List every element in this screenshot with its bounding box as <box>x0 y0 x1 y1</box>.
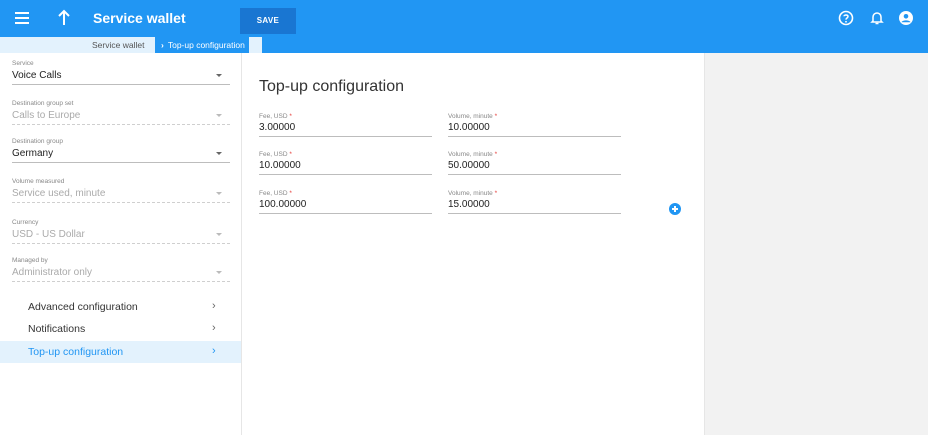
managed-by-select: Managed by Administrator only <box>12 257 230 287</box>
help-icon[interactable] <box>838 10 854 26</box>
field-label: Fee, USD * <box>259 190 292 197</box>
field-label: Destination group set <box>12 100 74 107</box>
field-label: Volume, minute * <box>448 151 498 158</box>
volume-value: 50.00000 <box>448 160 490 171</box>
field-label: Volume, minute * <box>448 113 498 120</box>
chevron-right-icon: › <box>212 322 216 334</box>
volume-value: 15.00000 <box>448 199 490 210</box>
sidebar-item-top-up-configuration[interactable]: Top-up configuration › <box>0 341 241 363</box>
volume-field[interactable]: Volume, minute * 50.00000 <box>448 151 621 181</box>
destination-group-set-select: Destination group set Calls to Europe <box>12 100 230 130</box>
field-label: Fee, USD * <box>259 113 292 120</box>
fee-value: 3.00000 <box>259 122 296 133</box>
arrow-up-icon[interactable] <box>56 9 72 27</box>
section-title: Top-up configuration <box>259 78 404 95</box>
service-select[interactable]: Service Voice Calls <box>12 60 230 90</box>
dropdown-caret-icon <box>216 74 222 77</box>
field-value: Service used, minute <box>12 188 106 199</box>
dropdown-caret-icon <box>216 152 222 155</box>
add-row-plus-icon[interactable] <box>669 203 681 215</box>
sidebar: Service Voice Calls Destination group se… <box>0 53 242 435</box>
top-app-bar: Service wallet SAVE <box>0 0 928 37</box>
empty-side-panel <box>705 53 928 435</box>
field-value: USD - US Dollar <box>12 229 85 240</box>
breadcrumb-current-label: Top-up configuration <box>167 40 245 50</box>
chevron-right-icon: › <box>212 345 216 357</box>
field-value: Administrator only <box>12 267 93 278</box>
field-label: Volume measured <box>12 178 65 185</box>
volume-field[interactable]: Volume, minute * 15.00000 <box>448 190 621 220</box>
volume-value: 10.00000 <box>448 122 490 133</box>
volume-measured-select: Volume measured Service used, minute <box>12 178 230 208</box>
main-content: Top-up configuration Fee, USD * 3.00000 … <box>242 53 705 435</box>
field-label: Fee, USD * <box>259 151 292 158</box>
breadcrumb: Service wallet › Top-up configuration <box>0 37 928 53</box>
fee-value: 10.00000 <box>259 160 301 171</box>
field-value: Calls to Europe <box>12 110 81 121</box>
page-title: Service wallet <box>93 10 186 26</box>
volume-field[interactable]: Volume, minute * 10.00000 <box>448 113 621 143</box>
fee-field[interactable]: Fee, USD * 10.00000 <box>259 151 432 181</box>
field-label: Service <box>12 60 34 67</box>
sidebar-item-label: Advanced configuration <box>28 301 138 313</box>
sidebar-item-notifications[interactable]: Notifications › <box>0 318 241 340</box>
field-value: Voice Calls <box>12 70 62 81</box>
bell-icon[interactable] <box>869 10 885 26</box>
field-label: Managed by <box>12 257 48 264</box>
field-value: Germany <box>12 148 54 159</box>
account-icon[interactable] <box>898 10 914 26</box>
save-button[interactable]: SAVE <box>240 8 296 34</box>
destination-group-select[interactable]: Destination group Germany <box>12 138 230 168</box>
chevron-right-icon: › <box>212 300 216 312</box>
sidebar-item-advanced-configuration[interactable]: Advanced configuration › <box>0 296 241 318</box>
dropdown-caret-icon <box>216 114 222 117</box>
field-label: Volume, minute * <box>448 190 498 197</box>
dropdown-caret-icon <box>216 192 222 195</box>
dropdown-caret-icon <box>216 233 222 236</box>
fee-field[interactable]: Fee, USD * 100.00000 <box>259 190 432 220</box>
dropdown-caret-icon <box>216 271 222 274</box>
chevron-right-icon: › <box>161 40 164 50</box>
sidebar-item-label: Top-up configuration <box>28 346 124 358</box>
fee-value: 100.00000 <box>259 199 307 210</box>
fee-field[interactable]: Fee, USD * 3.00000 <box>259 113 432 143</box>
breadcrumb-service-wallet[interactable]: Service wallet <box>92 40 144 50</box>
sidebar-item-label: Notifications <box>28 323 86 335</box>
field-label: Currency <box>12 219 39 226</box>
currency-select: Currency USD - US Dollar <box>12 219 230 249</box>
hamburger-menu-icon[interactable] <box>15 12 29 24</box>
breadcrumb-current: › Top-up configuration <box>155 37 249 53</box>
field-label: Destination group <box>12 138 63 145</box>
